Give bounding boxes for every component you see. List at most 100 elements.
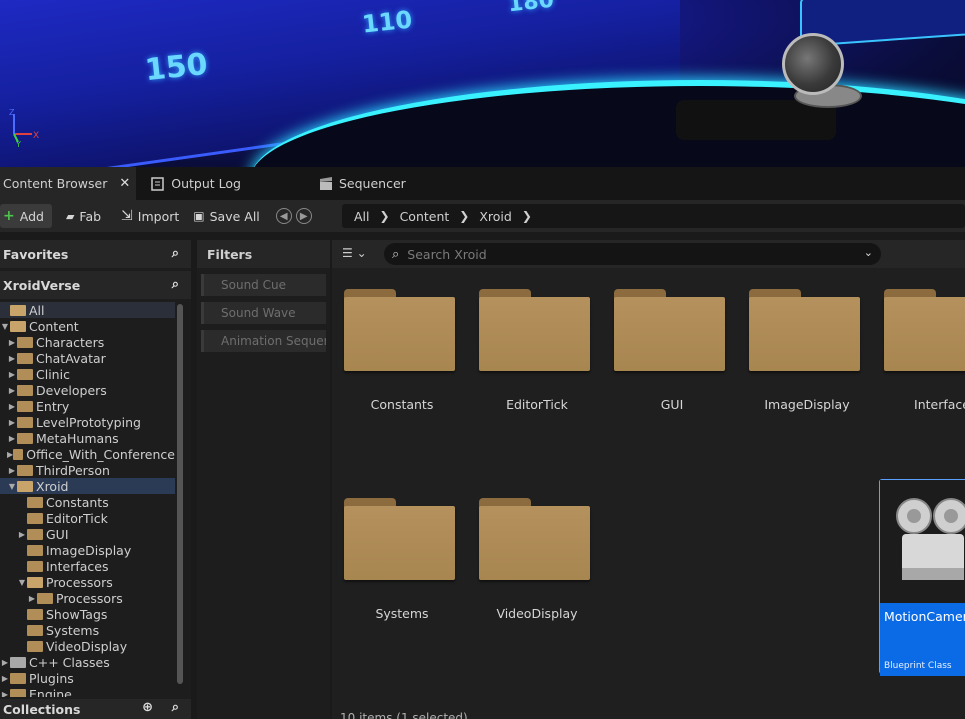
chevron-right-icon[interactable]: ▶ bbox=[7, 338, 17, 347]
chevron-right-icon[interactable]: ▶ bbox=[7, 434, 17, 443]
tree-item-label: All bbox=[29, 302, 45, 318]
chevron-right-icon[interactable]: ▶ bbox=[7, 370, 17, 379]
tree-item[interactable]: ▶ Developers bbox=[0, 382, 175, 398]
import-button[interactable]: ⇲ Import bbox=[115, 204, 185, 228]
chevron-right-icon[interactable]: ▶ bbox=[0, 674, 10, 683]
chevron-right-icon[interactable]: ▶ bbox=[7, 354, 17, 363]
tab-content-browser[interactable]: Content Browser ✕ bbox=[0, 167, 137, 200]
breadcrumb-item[interactable]: Content bbox=[400, 209, 450, 224]
tree-item-label: Plugins bbox=[29, 670, 74, 686]
chevron-down-icon[interactable]: ▼ bbox=[7, 482, 17, 491]
chevron-right-icon[interactable]: ▶ bbox=[7, 466, 17, 475]
tree-item-label: ShowTags bbox=[46, 606, 108, 622]
project-header[interactable]: XroidVerse ⌕ bbox=[0, 271, 191, 299]
tile-label: Constants bbox=[370, 397, 434, 412]
tree-item[interactable]: Constants bbox=[0, 494, 175, 510]
tree-item[interactable]: ▶ C++ Classes bbox=[0, 654, 175, 670]
collections-label: Collections bbox=[3, 701, 81, 717]
forward-arrow-icon[interactable]: ▶ bbox=[295, 208, 312, 224]
search-icon[interactable]: ⌕ bbox=[172, 277, 179, 292]
chevron-down-icon[interactable]: ▼ bbox=[0, 322, 10, 331]
tree-item[interactable]: EditorTick bbox=[0, 510, 175, 526]
folder-tile[interactable]: EditorTick bbox=[467, 277, 592, 472]
tree-item-label: C++ Classes bbox=[29, 654, 110, 670]
tree-item[interactable]: ▶ Office_With_Conference bbox=[0, 446, 175, 462]
chevron-right-icon[interactable]: ▶ bbox=[0, 658, 10, 667]
folder-tile[interactable]: VideoDisplay bbox=[467, 486, 592, 681]
tree-item[interactable]: Interfaces bbox=[0, 558, 175, 574]
chevron-right-icon[interactable]: ▶ bbox=[7, 386, 17, 395]
tree-item[interactable]: Systems bbox=[0, 622, 175, 638]
chevron-down-icon[interactable]: ⌄ bbox=[864, 246, 873, 259]
sources-panel: Favorites ⌕ XroidVerse ⌕ All ▼ Content ▶ Cha… bbox=[0, 240, 191, 719]
collections-header[interactable]: Collections ⊕ ⌕ bbox=[0, 699, 191, 719]
tree-item[interactable]: VideoDisplay bbox=[0, 638, 175, 654]
add-collection-icon[interactable]: ⊕ bbox=[142, 700, 153, 715]
tree-item[interactable]: All bbox=[0, 302, 175, 318]
favorites-header[interactable]: Favorites ⌕ bbox=[0, 240, 191, 268]
breadcrumb-item[interactable]: All bbox=[354, 209, 370, 224]
tree-item[interactable]: ▶ ChatAvatar bbox=[0, 350, 175, 366]
folder-tile[interactable]: Interface bbox=[872, 277, 965, 472]
fab-icon: ▰ bbox=[65, 209, 75, 223]
chevron-right-icon[interactable]: ▶ bbox=[27, 594, 37, 603]
folder-tree: All ▼ Content ▶ Characters ▶ ChatAvatar ▶ Clinic… bbox=[0, 302, 175, 697]
tree-item[interactable]: ▼ Xroid bbox=[0, 478, 175, 494]
tree-item[interactable]: ▶ Clinic bbox=[0, 366, 175, 382]
add-button[interactable]: + Add bbox=[0, 204, 52, 228]
tree-item[interactable]: ▶ MetaHumans bbox=[0, 430, 175, 446]
tree-item[interactable]: ▶ Plugins bbox=[0, 670, 175, 686]
folder-icon bbox=[17, 336, 33, 348]
chevron-right-icon[interactable]: ▶ bbox=[17, 530, 27, 539]
tree-item[interactable]: ▶ Entry bbox=[0, 398, 175, 414]
search-field[interactable]: ⌕ ⌄ bbox=[384, 243, 881, 265]
tree-item[interactable]: ▶ GUI bbox=[0, 526, 175, 542]
tree-item[interactable]: ▼ Processors bbox=[0, 574, 175, 590]
search-icon[interactable]: ⌕ bbox=[172, 700, 179, 715]
filter-chip[interactable]: Sound Cue bbox=[201, 274, 326, 296]
tree-item[interactable]: ▶ Engine bbox=[0, 686, 175, 697]
tab-sequencer[interactable]: Sequencer bbox=[247, 167, 412, 200]
folder-icon bbox=[27, 544, 43, 556]
tree-item-label: ImageDisplay bbox=[46, 542, 132, 558]
search-input[interactable] bbox=[407, 246, 838, 262]
tree-item[interactable]: ShowTags bbox=[0, 606, 175, 622]
tree-item[interactable]: ▶ LevelPrototyping bbox=[0, 414, 175, 430]
chevron-right-icon[interactable]: ❯ bbox=[459, 209, 469, 223]
level-viewport[interactable]: 150 110 180 X Z Y bbox=[0, 0, 965, 167]
chevron-right-icon[interactable]: ▶ bbox=[0, 690, 10, 698]
fab-button[interactable]: ▰ Fab bbox=[60, 204, 107, 228]
save-all-button[interactable]: ▣ Save All bbox=[187, 204, 266, 228]
folder-tile[interactable]: ImageDisplay bbox=[737, 277, 862, 472]
tree-item-label: Processors bbox=[46, 574, 113, 590]
search-icon[interactable]: ⌕ bbox=[172, 246, 179, 261]
tree-item[interactable]: ▶ Characters bbox=[0, 334, 175, 350]
filter-chip[interactable]: Animation Sequen bbox=[201, 330, 326, 352]
chevron-right-icon[interactable]: ▶ bbox=[7, 418, 17, 427]
tree-item[interactable]: ▶ Processors bbox=[0, 590, 175, 606]
tree-item[interactable]: ▼ Content bbox=[0, 318, 175, 334]
filter-dropdown-icon[interactable]: ☰ ⌄ bbox=[342, 246, 367, 260]
tab-output-log[interactable]: Output Log bbox=[136, 167, 247, 200]
chevron-down-icon[interactable]: ▼ bbox=[17, 578, 27, 587]
tree-item[interactable]: ImageDisplay bbox=[0, 542, 175, 558]
chevron-right-icon[interactable]: ❯ bbox=[522, 209, 532, 223]
tree-item-label: ThirdPerson bbox=[36, 462, 110, 478]
tree-scrollbar[interactable] bbox=[177, 304, 183, 684]
asset-tile[interactable]: MotionCamera Blueprint Class bbox=[879, 479, 965, 676]
breadcrumb-item[interactable]: Xroid bbox=[479, 209, 511, 224]
project-label: XroidVerse bbox=[3, 277, 81, 293]
chevron-right-icon[interactable]: ❯ bbox=[380, 209, 390, 223]
camera-gizmo-icon[interactable] bbox=[782, 33, 844, 95]
back-arrow-icon[interactable]: ◀ bbox=[275, 208, 292, 224]
tree-item[interactable]: ▶ ThirdPerson bbox=[0, 462, 175, 478]
folder-tile[interactable]: GUI bbox=[602, 277, 727, 472]
close-icon[interactable]: ✕ bbox=[119, 176, 130, 191]
folder-tile[interactable]: Constants bbox=[332, 277, 457, 472]
chevron-right-icon[interactable]: ▶ bbox=[7, 402, 17, 411]
filters-header: Filters bbox=[197, 240, 330, 268]
folder-tile[interactable]: Systems bbox=[332, 486, 457, 681]
folder-icon bbox=[17, 400, 33, 412]
tree-item-label: MetaHumans bbox=[36, 430, 119, 446]
filter-chip[interactable]: Sound Wave bbox=[201, 302, 326, 324]
